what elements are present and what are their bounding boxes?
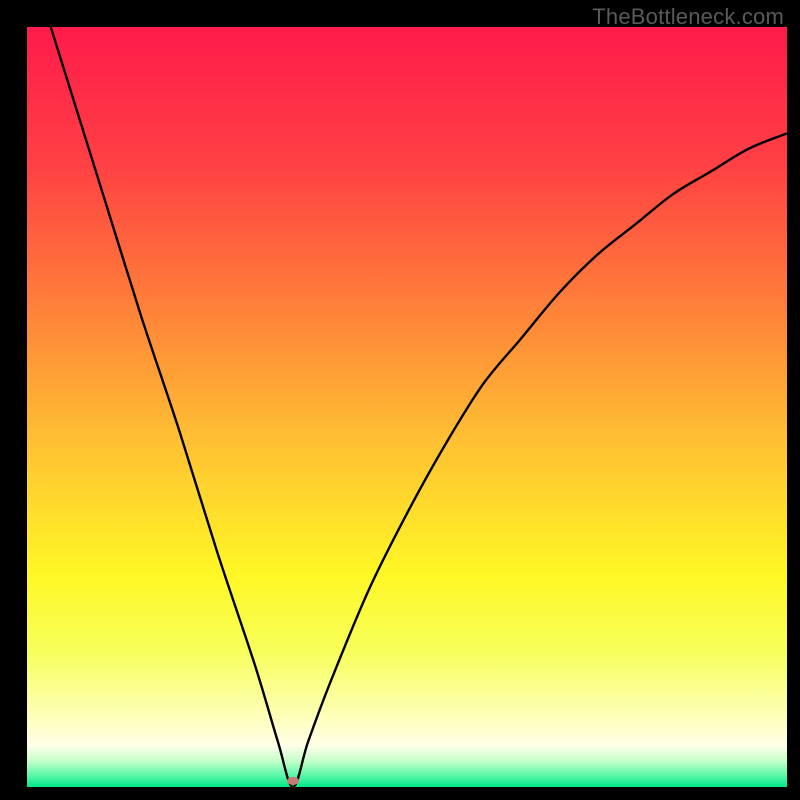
- bottleneck-chart: [0, 0, 800, 800]
- watermark-text: TheBottleneck.com: [592, 4, 784, 30]
- plot-background: [27, 27, 787, 787]
- optimum-marker: [287, 777, 299, 785]
- chart-frame: TheBottleneck.com: [0, 0, 800, 800]
